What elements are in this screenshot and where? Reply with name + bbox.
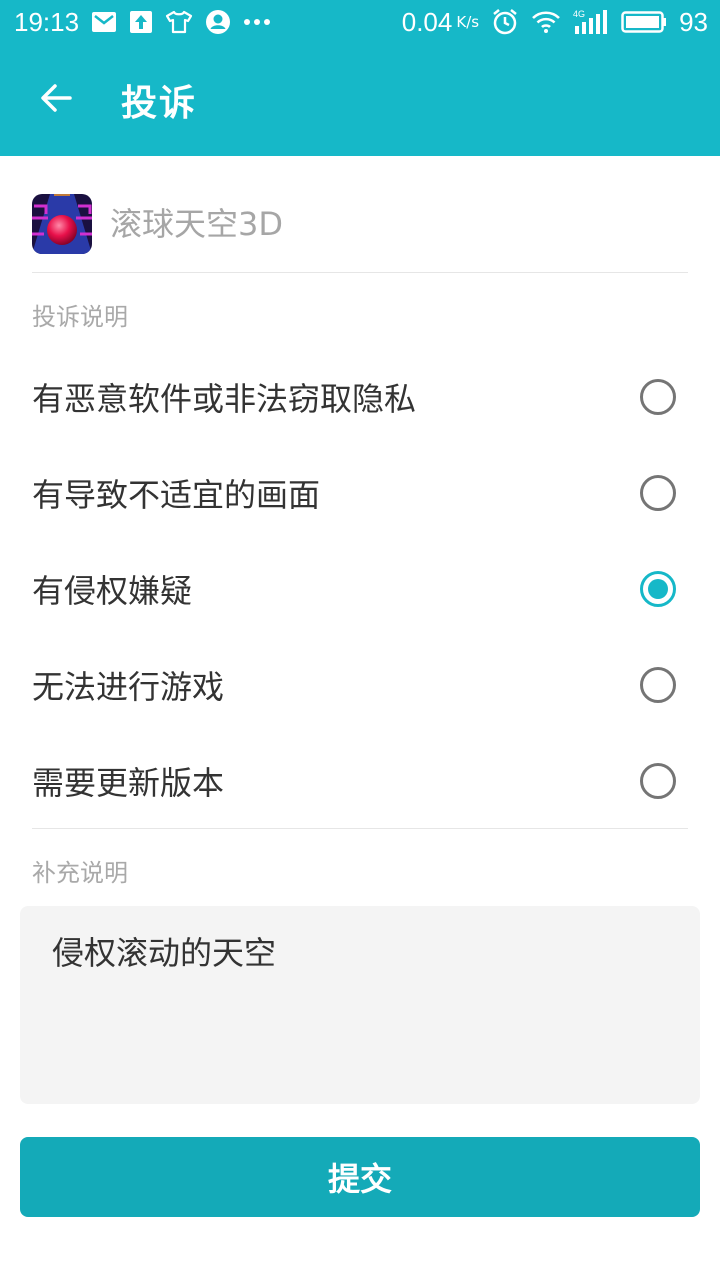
complaint-option-infringement[interactable]: 有侵权嫌疑 <box>32 541 688 637</box>
arrow-left-icon <box>38 80 74 120</box>
divider <box>32 272 688 273</box>
radio-button[interactable] <box>640 667 676 703</box>
upload-icon <box>129 10 153 34</box>
back-button[interactable] <box>17 61 95 139</box>
app-info: 滚球天空3D <box>32 194 688 272</box>
radio-button[interactable] <box>640 571 676 607</box>
option-label: 有恶意软件或非法窃取隐私 <box>32 380 417 418</box>
submit-button[interactable]: 提交 <box>20 1137 700 1217</box>
account-icon <box>205 9 231 35</box>
page-title: 投诉 <box>121 83 198 124</box>
option-label: 有导致不适宜的画面 <box>32 476 321 514</box>
option-label: 无法进行游戏 <box>32 668 225 706</box>
app-name: 滚球天空3D <box>110 205 284 243</box>
complaint-option-cannot-play[interactable]: 无法进行游戏 <box>32 637 688 733</box>
mail-icon <box>91 10 117 34</box>
network-speed-unit: K/s <box>456 13 480 31</box>
divider <box>32 828 688 829</box>
signal-type-label: 4G <box>573 9 585 19</box>
option-label: 需要更新版本 <box>32 764 225 802</box>
battery-level: 93 <box>679 6 708 37</box>
complaint-section-label: 投诉说明 <box>32 303 128 331</box>
tshirt-icon <box>165 10 193 34</box>
radio-button[interactable] <box>640 475 676 511</box>
battery-icon <box>621 10 667 34</box>
supplement-section-label: 补充说明 <box>32 859 128 887</box>
supplement-input[interactable]: 侵权滚动的天空 <box>20 906 700 1104</box>
complaint-option-update[interactable]: 需要更新版本 <box>32 733 688 829</box>
complaint-option-inappropriate[interactable]: 有导致不适宜的画面 <box>32 445 688 541</box>
status-bar: 19:13 0.04 K/s 4G 93 <box>0 0 720 44</box>
complaint-option-malware[interactable]: 有恶意软件或非法窃取隐私 <box>32 349 688 445</box>
radio-button[interactable] <box>640 763 676 799</box>
more-icon <box>243 18 271 26</box>
radio-button[interactable] <box>640 379 676 415</box>
app-bar: 投诉 <box>0 44 720 156</box>
signal-icon: 4G <box>573 8 609 36</box>
wifi-icon <box>531 10 561 34</box>
alarm-icon <box>491 8 519 36</box>
option-label: 有侵权嫌疑 <box>32 572 193 610</box>
network-speed: 0.04 <box>401 6 453 37</box>
status-time: 19:13 <box>14 6 80 37</box>
game-icon <box>32 194 92 254</box>
